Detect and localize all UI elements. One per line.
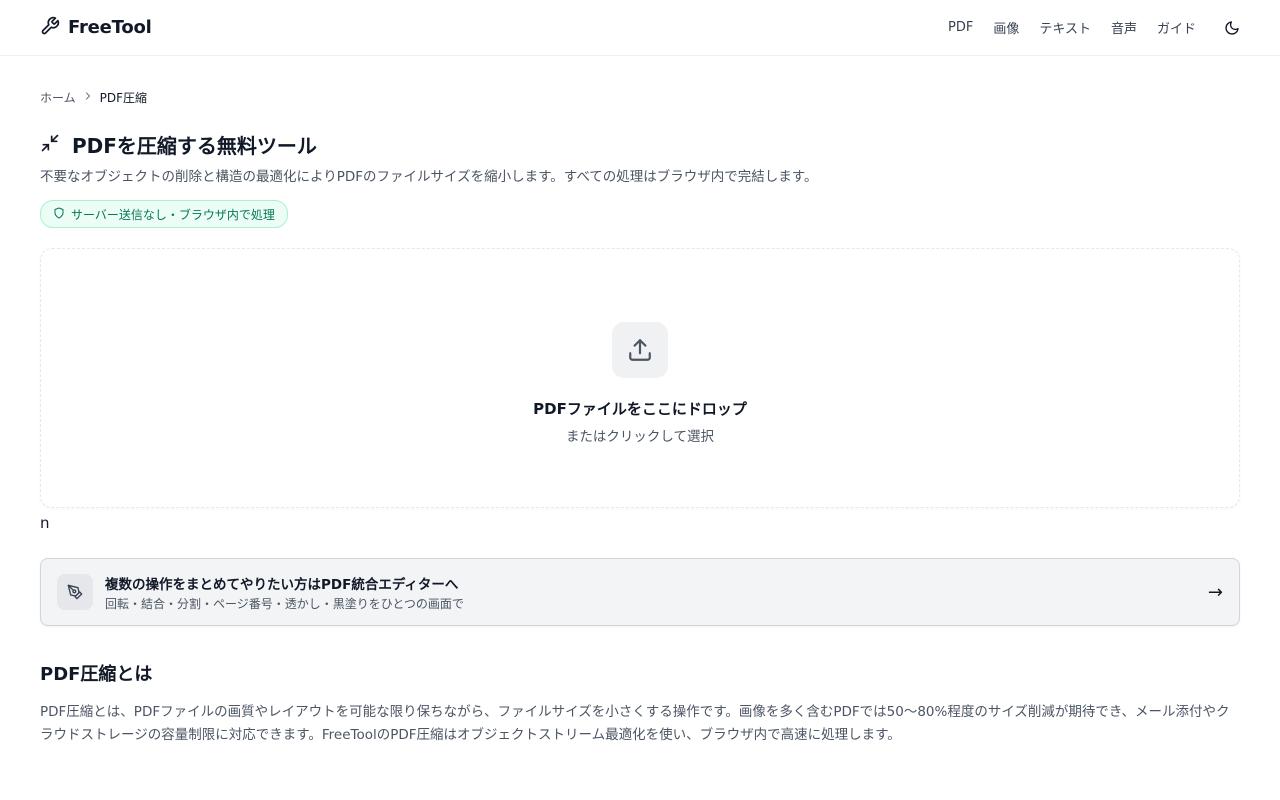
privacy-badge-text: サーバー送信なし・ブラウザ内で処理 bbox=[71, 207, 275, 222]
pen-tool-icon bbox=[67, 584, 83, 600]
breadcrumb-current: PDF圧縮 bbox=[99, 91, 148, 105]
stray-text: n bbox=[40, 514, 50, 532]
page-description: 不要なオブジェクトの削除と構造の最適化によりPDFのファイルサイズを縮小します。… bbox=[40, 169, 818, 185]
main-nav: PDF 画像 テキスト 音声 ガイド bbox=[928, 18, 1240, 37]
nav-item-pdf[interactable]: PDF bbox=[948, 20, 973, 35]
dropzone-subtitle: またはクリックして選択 bbox=[565, 428, 715, 445]
main-content: ホーム PDF圧縮 PDFを圧縮する無料ツール 不要なオブジェクトの削除と構造の… bbox=[0, 89, 1280, 747]
upload-icon-box bbox=[612, 321, 668, 378]
chevron-right-icon bbox=[82, 90, 94, 105]
theme-toggle-button[interactable] bbox=[1224, 20, 1240, 36]
site-header: FreeTool PDF 画像 テキスト 音声 ガイド bbox=[0, 0, 1280, 56]
section-heading-about: PDF圧縮とは bbox=[40, 664, 153, 685]
editor-card-subtitle: 回転・結合・分割・ページ番号・透かし・黒塗りをひとつの画面で bbox=[105, 596, 464, 611]
editor-icon-box bbox=[57, 574, 93, 610]
nav-item-image[interactable]: 画像 bbox=[993, 18, 1019, 37]
arrow-right-icon: → bbox=[1207, 581, 1223, 603]
dropzone-title: PDFファイルをここにドロップ bbox=[533, 399, 747, 418]
logo-link[interactable]: FreeTool bbox=[40, 16, 152, 40]
nav-item-audio[interactable]: 音声 bbox=[1111, 18, 1137, 37]
section-body-about: PDF圧縮とは、PDFファイルの画質やレイアウトを可能な限り保ちながら、ファイル… bbox=[40, 703, 1230, 743]
moon-icon bbox=[1225, 20, 1239, 35]
editor-card-texts: 複数の操作をまとめてやりたい方はPDF統合エディターへ 回転・結合・分割・ページ… bbox=[105, 573, 1208, 612]
breadcrumb-home[interactable]: ホーム bbox=[40, 89, 76, 106]
editor-card-title: 複数の操作をまとめてやりたい方はPDF統合エディターへ bbox=[105, 576, 459, 593]
minimize-icon bbox=[40, 133, 60, 157]
wrench-icon bbox=[40, 16, 60, 40]
pdf-editor-link-card[interactable]: 複数の操作をまとめてやりたい方はPDF統合エディターへ 回転・結合・分割・ページ… bbox=[40, 558, 1240, 626]
upload-icon bbox=[629, 338, 651, 361]
nav-item-guide[interactable]: ガイド bbox=[1157, 18, 1196, 37]
title-row: PDFを圧縮する無料ツール bbox=[40, 130, 1240, 159]
shield-icon bbox=[53, 207, 65, 222]
page-title: PDFを圧縮する無料ツール bbox=[72, 134, 317, 158]
privacy-badge: サーバー送信なし・ブラウザ内で処理 bbox=[40, 200, 288, 228]
file-dropzone[interactable]: PDFファイルをここにドロップ またはクリックして選択 bbox=[40, 248, 1240, 508]
breadcrumb: ホーム PDF圧縮 bbox=[40, 89, 1240, 106]
logo-text: FreeTool bbox=[68, 17, 152, 38]
nav-item-text[interactable]: テキスト bbox=[1039, 18, 1091, 37]
